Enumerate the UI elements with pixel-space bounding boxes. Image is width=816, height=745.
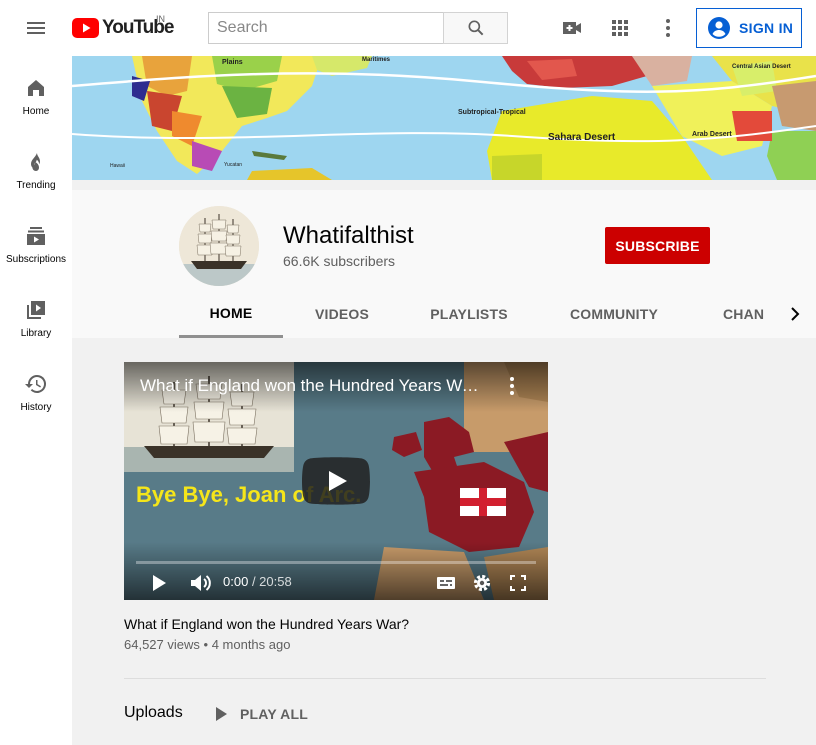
banner-spacer [72,180,816,190]
chevron-right-icon[interactable] [783,302,807,326]
time-current: 0:00 [223,574,249,589]
channel-avatar[interactable] [179,206,259,286]
channel-header: Whatifalthist 66.6K subscribers SUBSCRIB… [72,190,816,338]
time-display: 0:00 / 20:58 [223,574,292,589]
menu-icon[interactable] [24,16,48,40]
guide-item-subscriptions[interactable]: Subscriptions [0,204,72,278]
sign-in-button[interactable]: SIGN IN [696,8,802,48]
play-all-label: PLAY ALL [240,706,308,722]
guide-item-history[interactable]: History [0,352,72,426]
search-button[interactable] [443,12,508,44]
featured-video-title[interactable]: What if England won the Hundred Years Wa… [124,616,409,632]
fullscreen-icon[interactable] [504,569,532,597]
country-code: IN [156,14,165,24]
meta-dot: • [203,637,212,652]
channel-tabs: HOME VIDEOS PLAYLISTS COMMUNITY CHAN [179,290,816,338]
account-icon [708,17,730,39]
banner-label: Yucatan [224,162,242,168]
subscriber-count: 66.6K subscribers [283,253,396,269]
play-icon[interactable] [145,569,173,597]
banner-map-image: Plains Maritimes Subtropical-Tropical Sa… [72,56,816,180]
uploads-heading[interactable]: Uploads [124,704,183,722]
guide-item-trending[interactable]: Trending [0,130,72,204]
apps-icon[interactable] [608,16,632,40]
ship-image [179,206,259,286]
settings-kebab-icon[interactable] [656,16,680,40]
guide-item-home[interactable]: Home [0,56,72,130]
guide-label: Library [20,328,52,339]
channel-name: Whatifalthist [283,222,414,249]
tab-playlists[interactable]: PLAYLISTS [419,290,519,338]
youtube-logo[interactable]: YouTube IN [72,14,174,39]
search-icon [468,20,483,36]
banner-label: Arab Desert [692,131,732,138]
guide-item-library[interactable]: Library [0,278,72,352]
banner-label: Subtropical-Tropical [458,109,526,116]
mini-guide: Home Trending Subscriptions Library Hist… [0,56,72,745]
time-total: 20:58 [259,574,292,589]
kebab-menu-icon[interactable] [500,374,524,398]
masthead: YouTube IN SIGN IN [0,0,816,56]
tab-home[interactable]: HOME [179,290,283,338]
featured-video-player[interactable]: Bye Bye, Joan of Arc. What if England wo… [124,362,548,600]
banner-label: Maritimes [362,57,391,63]
guide-label: Subscriptions [5,254,67,265]
progress-bar[interactable] [136,561,536,564]
view-count: 64,527 views [124,637,200,652]
featured-video-meta: 64,527 views • 4 months ago [124,637,290,652]
channel-banner: Plains Maritimes Subtropical-Tropical Sa… [72,56,816,180]
history-icon [25,374,47,393]
guide-label: Trending [16,180,56,191]
fire-icon [31,153,40,171]
tab-videos[interactable]: VIDEOS [299,290,385,338]
banner-label: Hawaii [110,163,125,169]
guide-label: Home [22,106,50,117]
library-icon [27,301,45,319]
subscriptions-icon [27,227,45,245]
play-all-button[interactable]: PLAY ALL [208,702,308,726]
banner-label: Central Asian Desert [732,64,791,70]
upload-age: 4 months ago [211,637,291,652]
banner-label: Sahara Desert [548,132,616,143]
channel-home-content: Bye Bye, Joan of Arc. What if England wo… [72,338,816,745]
volume-icon[interactable] [186,569,214,597]
tab-channels[interactable]: CHAN [709,290,773,338]
banner-label: Plains [222,59,243,66]
subtitles-icon[interactable] [432,569,460,597]
settings-gear-icon[interactable] [468,569,496,597]
section-divider [124,678,766,679]
guide-label: History [20,402,52,413]
tab-community[interactable]: COMMUNITY [559,290,669,338]
large-play-button[interactable] [302,457,370,505]
sign-in-label: SIGN IN [739,20,794,36]
search-input[interactable] [208,12,444,44]
play-icon [216,707,227,721]
create-video-icon[interactable] [560,16,584,40]
player-title[interactable]: What if England won the Hundred Years Wa… [140,376,480,396]
subscribe-button[interactable]: SUBSCRIBE [605,227,710,264]
home-icon [28,80,44,96]
